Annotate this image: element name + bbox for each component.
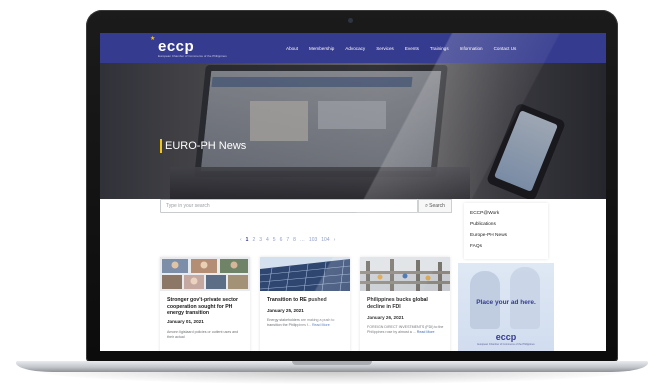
pagination-page-104[interactable]: 104 xyxy=(321,237,329,243)
hero-overlay xyxy=(100,63,606,199)
article-title[interactable]: Philippines bucks global decline in FDI xyxy=(367,297,447,310)
pagination-prev[interactable]: ‹ xyxy=(240,237,242,243)
sidebar-link-faqs[interactable]: FAQs xyxy=(470,244,482,249)
nav-item-events[interactable]: Events xyxy=(405,46,419,51)
pagination-page-6[interactable]: 6 xyxy=(280,237,283,243)
pagination-ellipsis: … xyxy=(299,237,305,243)
laptop-base-notch xyxy=(292,361,372,365)
nav-item-trainings[interactable]: Trainings xyxy=(430,46,449,51)
article-image[interactable] xyxy=(260,257,350,291)
ad-text: Place your ad here. xyxy=(476,299,536,306)
logo-wordmark: eccp xyxy=(158,37,195,55)
sidebar-link-europe-ph-news[interactable]: Europe-PH News xyxy=(470,233,507,238)
ad-banner[interactable]: Place your ad here. eccp European Chambe… xyxy=(458,263,554,351)
article-date: January 26, 2021 xyxy=(367,315,404,320)
hero-accent-bar xyxy=(160,139,162,153)
read-more-link[interactable]: Read More xyxy=(312,323,330,327)
article-card[interactable]: Stronger gov't-private sector cooperatio… xyxy=(160,257,250,351)
hero-banner: EURO-PH News xyxy=(100,63,606,199)
article-card[interactable]: Philippines bucks global decline in FDI … xyxy=(360,257,450,351)
read-more-link[interactable]: Read More xyxy=(417,330,435,334)
article-excerpt: FOREIGN DIRECT INVESTMENTS (FDI) to the … xyxy=(367,325,445,335)
article-title[interactable]: Transition to RE pushed xyxy=(267,297,347,304)
pagination-page-2[interactable]: 2 xyxy=(252,237,255,243)
article-card[interactable]: Transition to RE pushed January 25, 2021… xyxy=(260,257,350,351)
solar-panels-image xyxy=(260,257,350,291)
search-input[interactable] xyxy=(161,200,413,212)
article-title[interactable]: Stronger gov't-private sector cooperatio… xyxy=(167,297,247,317)
sidebar-link-eccp-at-work[interactable]: ECCP@Work xyxy=(470,211,499,216)
search-button-label: Search xyxy=(429,203,445,209)
article-date: January 01, 2021 xyxy=(167,319,204,324)
logo-tagline: European Chamber of Commerce of the Phil… xyxy=(158,53,227,58)
article-excerpt: Amonn ligislaard policies or outlent use… xyxy=(167,330,239,339)
search-box xyxy=(160,199,418,213)
nav-menu: About Membership Advocacy Services Event… xyxy=(286,33,527,63)
article-date: January 25, 2021 xyxy=(267,308,304,313)
nav-item-advocacy[interactable]: Advocacy xyxy=(345,46,365,51)
article-image-collage xyxy=(160,257,250,291)
site-navbar: eccp European Chamber of Commerce of the… xyxy=(100,33,606,63)
page-title: EURO-PH News xyxy=(165,140,247,152)
laptop-screen: eccp European Chamber of Commerce of the… xyxy=(100,33,606,351)
pagination: ‹ 1 2 3 4 5 6 7 8 … 103 104 › xyxy=(240,236,339,244)
ad-person-silhouette xyxy=(510,267,540,329)
pagination-page-5[interactable]: 5 xyxy=(273,237,276,243)
logo-star-icon: ★ xyxy=(150,36,156,42)
ad-logo-tagline: European Chamber of Commerce of the Phil… xyxy=(477,343,535,346)
article-excerpt: Energy stakeholders are making a push to… xyxy=(267,318,345,328)
sidebar-link-publications[interactable]: Publications xyxy=(470,222,496,227)
construction-site-image xyxy=(360,257,450,291)
article-image[interactable] xyxy=(160,257,250,291)
site-logo[interactable]: eccp European Chamber of Commerce of the… xyxy=(158,37,227,59)
nav-item-membership[interactable]: Membership xyxy=(309,46,334,51)
pagination-page-8[interactable]: 8 xyxy=(293,237,296,243)
pagination-next[interactable]: › xyxy=(334,237,336,243)
article-image[interactable] xyxy=(360,257,450,291)
nav-item-information[interactable]: Information xyxy=(460,46,483,51)
pagination-page-7[interactable]: 7 xyxy=(286,237,289,243)
search-button[interactable]: ⌕ Search xyxy=(418,199,452,213)
ad-logo: eccp xyxy=(495,332,517,342)
pagination-page-1[interactable]: 1 xyxy=(246,237,249,243)
nav-item-about[interactable]: About xyxy=(286,46,298,51)
sidebar-links: ECCP@Work Publications Europe-PH News FA… xyxy=(464,203,548,259)
pagination-page-103[interactable]: 103 xyxy=(309,237,317,243)
search-icon: ⌕ xyxy=(425,202,429,209)
pagination-page-4[interactable]: 4 xyxy=(266,237,269,243)
nav-item-contact-us[interactable]: Contact Us xyxy=(494,46,517,51)
pagination-page-3[interactable]: 3 xyxy=(259,237,262,243)
nav-item-services[interactable]: Services xyxy=(376,46,394,51)
webcam-icon xyxy=(348,18,353,23)
